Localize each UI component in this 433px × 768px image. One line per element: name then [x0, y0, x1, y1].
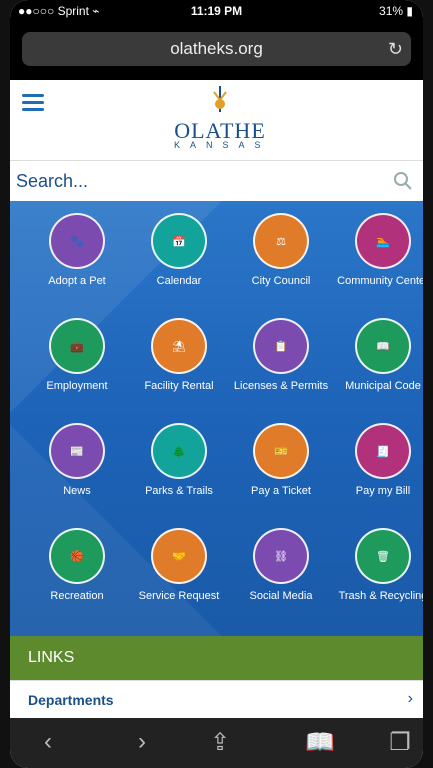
basketball-icon: 🏀	[49, 528, 105, 584]
tile-city-council[interactable]: ⚖ City Council	[231, 213, 331, 288]
tile-news[interactable]: 📰 News	[27, 423, 127, 498]
time: 11:19 PM	[190, 4, 243, 18]
reload-icon[interactable]: ↻	[388, 39, 403, 60]
site-header: OLATHE KANSAS	[10, 80, 423, 161]
tile-calendar[interactable]: 📅 Calendar	[129, 213, 229, 288]
links-departments-row[interactable]: Departments ›	[10, 680, 423, 719]
status-bar: ●●○○○ Sprint ⌁ 11:19 PM 31% ▮	[10, 0, 423, 22]
tabs-icon[interactable]: ❐	[380, 728, 420, 758]
tile-employment[interactable]: 💼 Employment	[27, 318, 127, 393]
tile-social-media[interactable]: ⛓ Social Media	[231, 528, 331, 603]
gavel-icon: ⚖	[253, 213, 309, 269]
bookmarks-icon[interactable]: 📖	[300, 728, 340, 758]
browser-url-bar: olatheks.org ↻	[10, 22, 423, 80]
tile-pay-my-bill[interactable]: 🧾 Pay my Bill	[333, 423, 423, 498]
tile-pay-a-ticket[interactable]: 🎫 Pay a Ticket	[231, 423, 331, 498]
tile-trash-recycling[interactable]: 🗑 Trash & Recycling	[333, 528, 423, 603]
pool-icon: 🏊	[355, 213, 411, 269]
url-field[interactable]: olatheks.org ↻	[22, 32, 411, 66]
book-icon: 📖	[355, 318, 411, 374]
links-title: LINKS	[28, 649, 75, 666]
url-text: olatheks.org	[170, 39, 263, 58]
tile-service-request[interactable]: 🤝 Service Request	[129, 528, 229, 603]
tile-adopt-a-pet[interactable]: 🐾 Adopt a Pet	[27, 213, 127, 288]
phone-screen: ●●○○○ Sprint ⌁ 11:19 PM 31% ▮ olatheks.o…	[10, 0, 423, 768]
logo-sun-icon	[213, 86, 227, 112]
tile-municipal-code[interactable]: 📖 Municipal Code	[333, 318, 423, 393]
hands-icon: 🤝	[151, 528, 207, 584]
search-label: Search...	[16, 171, 89, 191]
battery: 31% ▮	[379, 4, 413, 18]
search-bar[interactable]: Search...	[10, 161, 423, 202]
links-section: LINKS	[10, 636, 423, 680]
briefcase-icon: 💼	[49, 318, 105, 374]
browser-toolbar: ‹ › ⇪ 📖 ❐	[10, 718, 423, 768]
chevron-right-icon: ›	[407, 690, 413, 707]
share-icon[interactable]: ⇪	[200, 728, 240, 758]
newspaper-icon: 📰	[49, 423, 105, 479]
menu-icon[interactable]	[22, 94, 44, 111]
picnic-table-icon: ⛱	[151, 318, 207, 374]
trail-icon: 🌲	[151, 423, 207, 479]
logo-sub-text: KANSAS	[174, 140, 271, 150]
trash-cart-icon: 🗑	[355, 528, 411, 584]
battery-icon: ▮	[406, 4, 413, 18]
share-icon: ⛓	[253, 528, 309, 584]
ticket-icon: 🎫	[253, 423, 309, 479]
calendar-icon: 📅	[151, 213, 207, 269]
paw-icon: 🐾	[49, 213, 105, 269]
tile-parks-trails[interactable]: 🌲 Parks & Trails	[129, 423, 229, 498]
bill-icon: 🧾	[355, 423, 411, 479]
back-icon[interactable]: ‹	[28, 728, 68, 758]
search-icon[interactable]	[393, 171, 413, 191]
forward-icon[interactable]: ›	[122, 728, 162, 758]
olathe-logo[interactable]: OLATHE KANSAS	[174, 86, 266, 156]
tile-recreation[interactable]: 🏀 Recreation	[27, 528, 127, 603]
tile-licenses-permits[interactable]: 📋 Licenses & Permits	[231, 318, 331, 393]
services-grid: 🐾 Adopt a Pet 📅 Calendar ⚖ City Council …	[10, 201, 423, 636]
departments-link[interactable]: Departments	[28, 692, 114, 708]
tile-facility-rental[interactable]: ⛱ Facility Rental	[129, 318, 229, 393]
tile-community-center[interactable]: 🏊 Community Center	[333, 213, 423, 288]
clipboard-icon: 📋	[253, 318, 309, 374]
